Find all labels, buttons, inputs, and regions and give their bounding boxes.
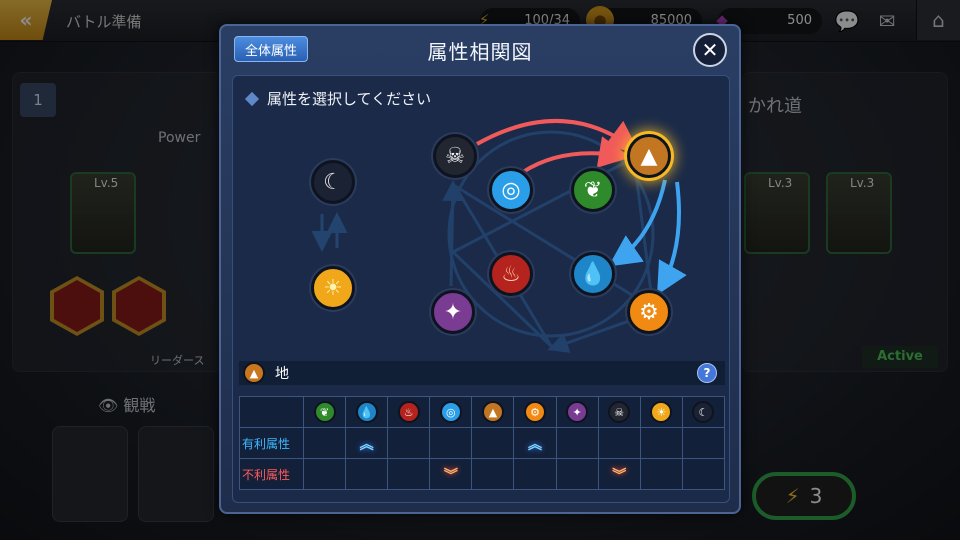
advantage-cell — [597, 427, 641, 459]
modal-title: 属性相関図 — [427, 40, 533, 64]
disadvantage-cell: ︾ — [597, 458, 641, 490]
disadvantage-cell — [681, 458, 726, 490]
disadvantage-cell — [471, 458, 515, 490]
attribute-chart-panel: 属性を選択してください ☾ ☀ ☠ ◎ ❦ ▲ ♨ 💧 ✦ ⚙ ▲ 地 ? ❦ … — [232, 75, 730, 503]
help-button[interactable]: ? — [697, 363, 717, 383]
advantage-cell — [429, 427, 473, 459]
table-corner — [239, 396, 304, 428]
sun-icon: ☀ — [323, 275, 343, 301]
sun-attribute-icon: ☀ — [650, 401, 673, 424]
moon-attribute-icon: ☾ — [692, 401, 715, 424]
red-arrow-wind-to-earth — [521, 136, 631, 174]
earth-attribute-orb[interactable]: ▲ — [627, 134, 671, 178]
leaf-attribute-icon: ❦ — [313, 401, 336, 424]
table-header-cell: ♨ — [387, 396, 431, 428]
close-button[interactable]: ✕ — [693, 33, 727, 67]
disadvantage-cell — [387, 458, 431, 490]
table-header-cell: ⚙ — [513, 396, 557, 428]
disadvantage-cell — [639, 458, 683, 490]
disadvantage-label: 不利属性 — [239, 458, 304, 490]
disadvantage-cell — [302, 458, 347, 490]
disadvantage-row: 不利属性 ︾ ︾ — [239, 458, 726, 490]
mountain-icon: ▲ — [640, 143, 658, 169]
water-attribute-icon: 💧 — [355, 401, 378, 424]
background-star-pattern — [442, 130, 655, 353]
star-icon: ✦ — [443, 299, 463, 325]
table-header-cell: ☠ — [597, 396, 641, 428]
gear-icon: ⚙ — [639, 299, 659, 325]
advantage-row: 有利属性 ︽ ︽ — [239, 427, 726, 459]
table-header-cell: ◎ — [429, 396, 473, 428]
water-drop-icon: 💧 — [579, 261, 607, 287]
advantage-cell: ︽ — [345, 427, 389, 459]
swirl-icon: ◎ — [501, 177, 521, 203]
close-icon: ✕ — [701, 38, 719, 62]
blue-arrow-earth-to-gear — [657, 181, 687, 295]
flame-icon: ♨ — [501, 261, 521, 287]
selected-attribute-name: 地 — [275, 366, 289, 382]
star-attribute-orb[interactable]: ✦ — [431, 290, 475, 334]
advantage-cell: ︽ — [513, 427, 557, 459]
disadvantage-cell — [513, 458, 557, 490]
table-header-cell: ✦ — [555, 396, 599, 428]
earth-attribute-icon: ▲ — [243, 362, 265, 384]
disadvantage-cell — [555, 458, 599, 490]
advantage-label: 有利属性 — [239, 427, 304, 459]
double-chevron-down-icon: ︾ — [443, 467, 458, 484]
sun-attribute-orb[interactable]: ☀ — [311, 266, 355, 310]
table-header-cell: ☀ — [639, 396, 683, 428]
selected-attribute-bar: ▲ 地 ? — [239, 361, 725, 385]
attribute-chart-modal: 全体属性 属性相関図 ✕ 属性を選択してください ☾ ☀ ☠ ◎ ❦ ▲ ♨ 💧… — [219, 24, 741, 514]
advantage-cell — [387, 427, 431, 459]
gear-attribute-icon: ⚙ — [524, 401, 547, 424]
table-header-cell: 💧 — [345, 396, 389, 428]
moon-icon: ☾ — [323, 169, 343, 195]
wind-attribute-icon: ◎ — [439, 401, 462, 424]
attribute-relation-table: ❦ 💧 ♨ ◎ ▲ ⚙ ✦ ☠ ☀ ☾ 有利属性 ︽ ︽ 不利属性 ︾ ︾ — [239, 396, 726, 490]
water-attribute-orb[interactable]: 💧 — [571, 252, 615, 296]
star-attribute-icon: ✦ — [566, 401, 589, 424]
double-chevron-up-icon: ︽ — [528, 436, 543, 453]
double-chevron-down-icon: ︾ — [612, 467, 627, 484]
skull-icon: ☠ — [445, 143, 465, 169]
advantage-cell — [555, 427, 599, 459]
disadvantage-cell — [345, 458, 389, 490]
advantage-cell — [302, 427, 347, 459]
moon-attribute-orb[interactable]: ☾ — [311, 160, 355, 204]
advantage-cell — [639, 427, 683, 459]
disadvantage-cell: ︾ — [429, 458, 473, 490]
wind-attribute-orb[interactable]: ◎ — [489, 168, 533, 212]
table-header-cell: ▲ — [471, 396, 515, 428]
fire-attribute-orb[interactable]: ♨ — [489, 252, 533, 296]
leaf-icon: ❦ — [583, 177, 603, 203]
earth-attribute-icon: ▲ — [481, 401, 504, 424]
table-header-cell: ❦ — [302, 396, 347, 428]
skull-attribute-icon: ☠ — [608, 401, 631, 424]
advantage-cell — [471, 427, 515, 459]
double-chevron-up-icon: ︽ — [359, 436, 374, 453]
fire-attribute-icon: ♨ — [397, 401, 420, 424]
advantage-cell — [681, 427, 726, 459]
table-header-row: ❦ 💧 ♨ ◎ ▲ ⚙ ✦ ☠ ☀ ☾ — [239, 396, 726, 428]
blue-arrow-earth-to-water — [608, 179, 667, 267]
gear-attribute-orb[interactable]: ⚙ — [627, 290, 671, 334]
table-header-cell: ☾ — [681, 396, 726, 428]
skull-attribute-orb[interactable]: ☠ — [433, 134, 477, 178]
leaf-attribute-orb[interactable]: ❦ — [571, 168, 615, 212]
